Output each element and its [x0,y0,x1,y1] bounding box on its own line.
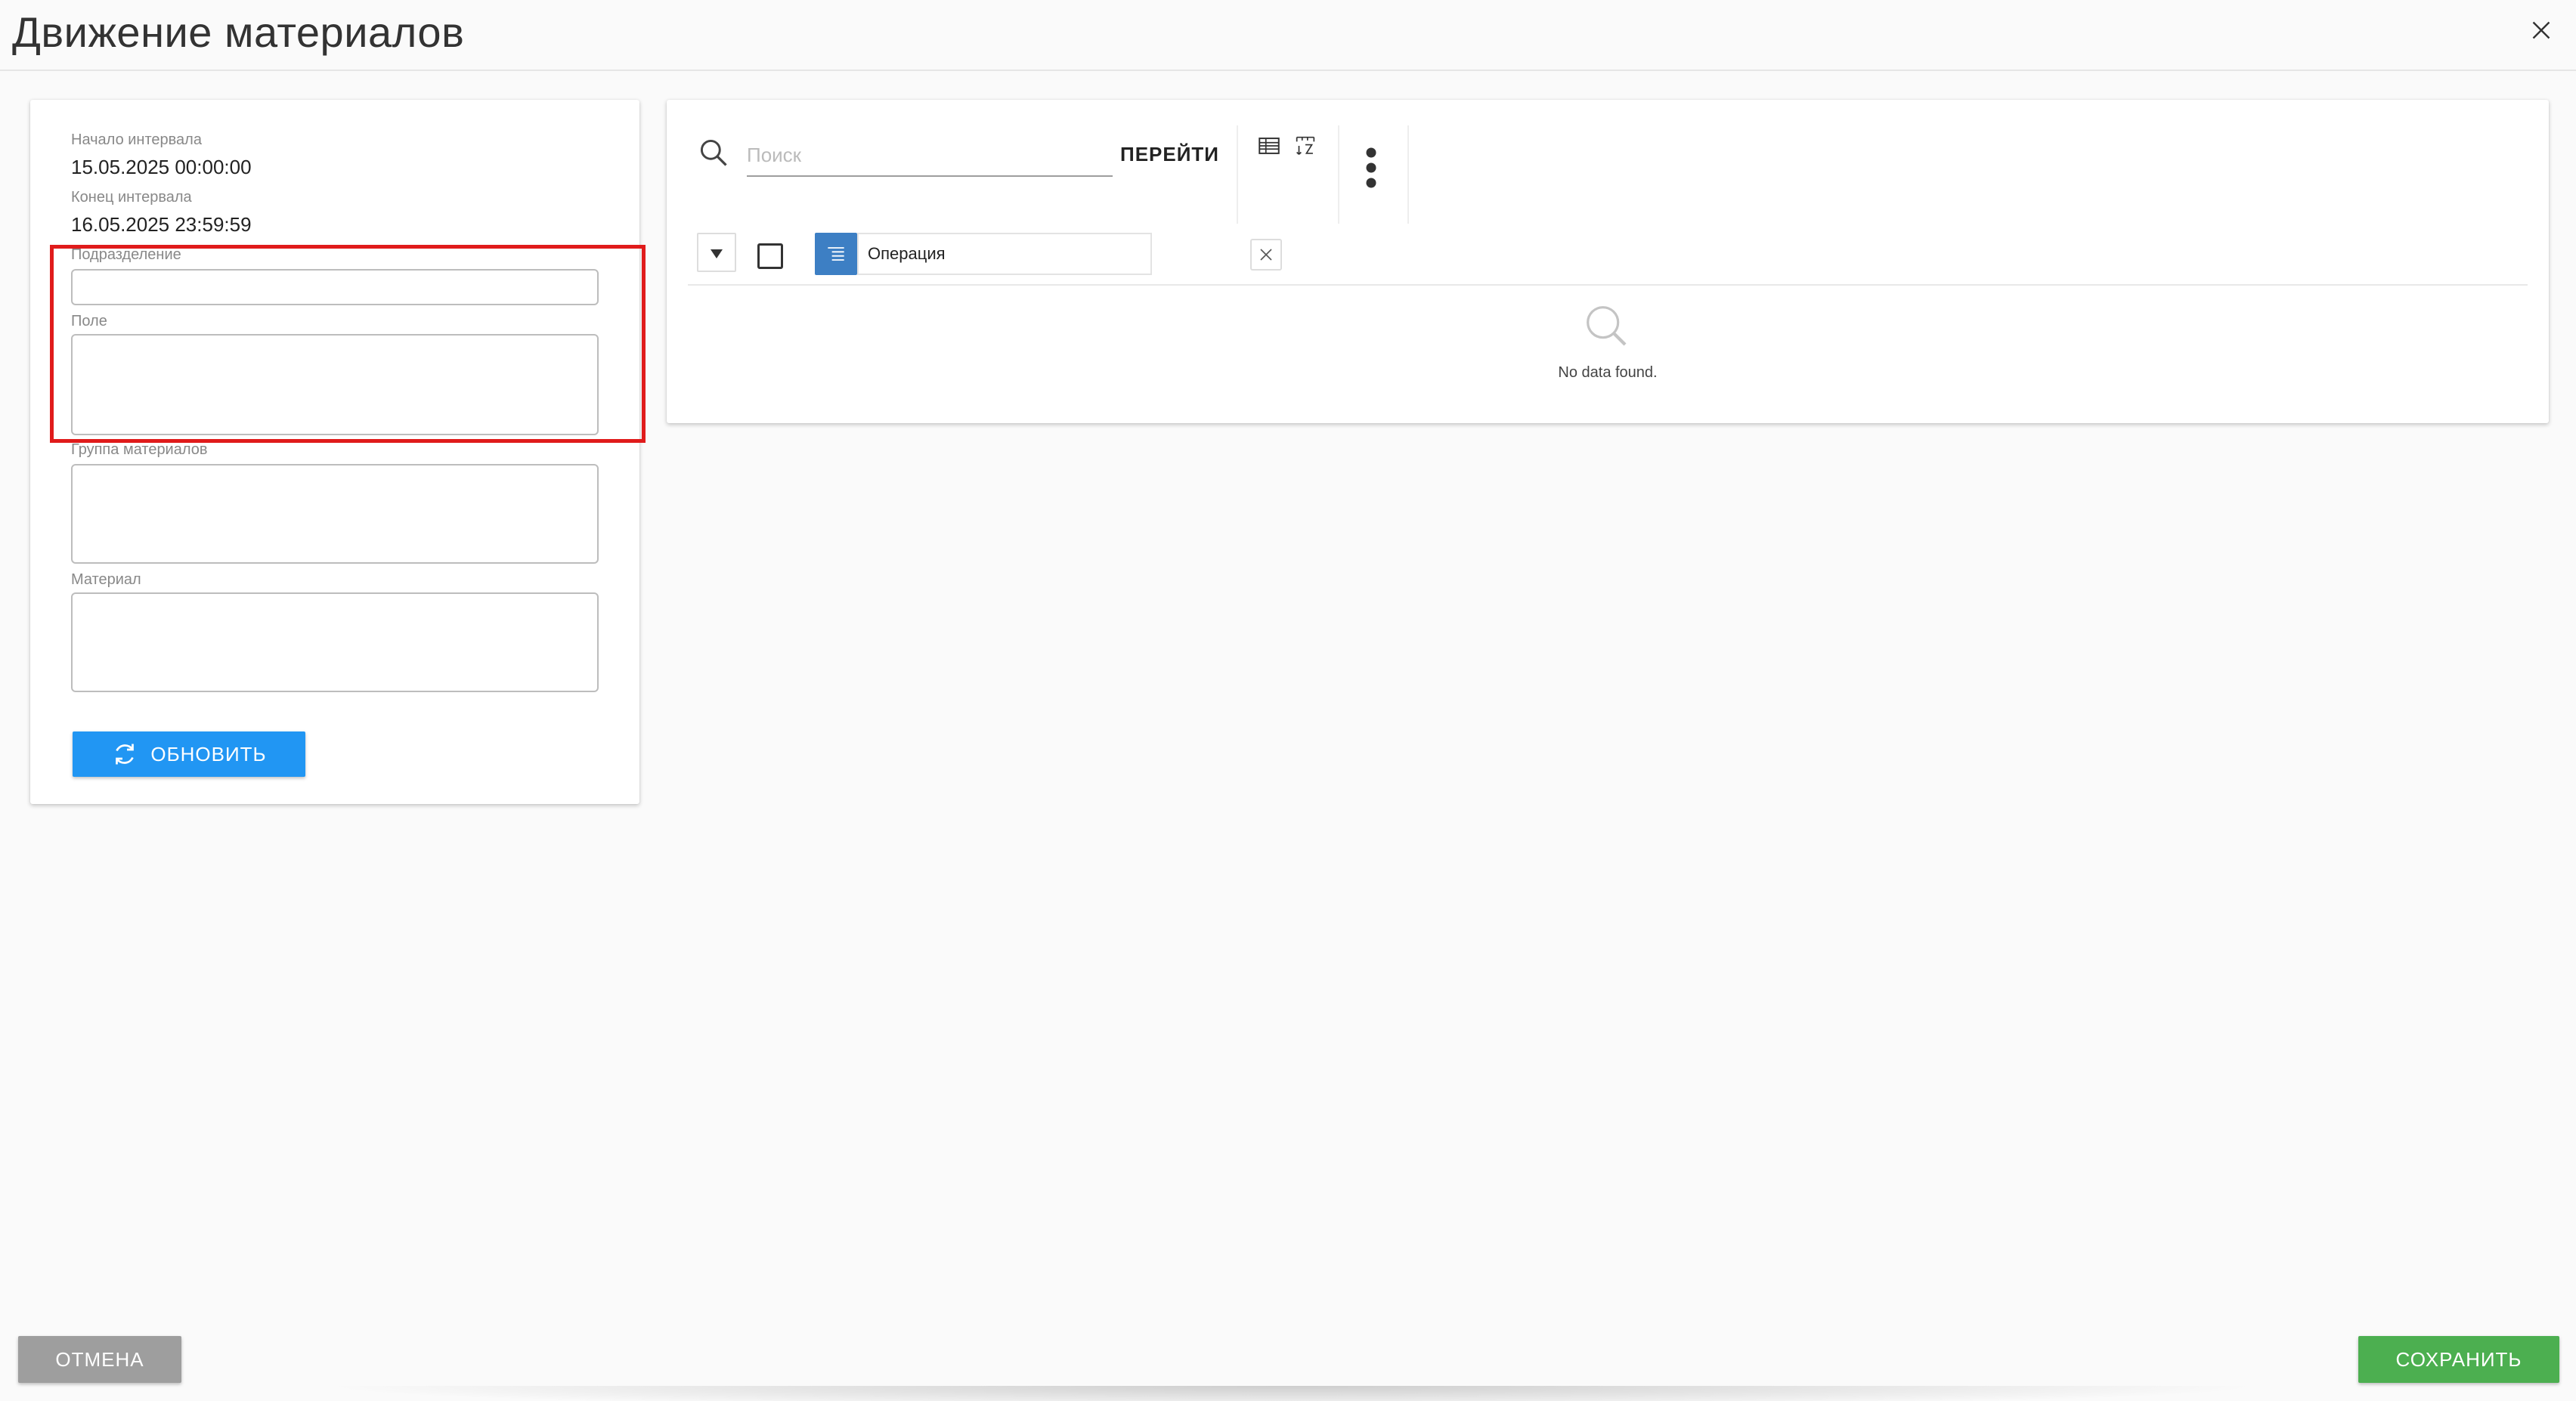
division-label: Подразделение [71,246,181,263]
division-input[interactable] [71,269,599,305]
toolbar-divider [1237,125,1238,224]
refresh-button[interactable]: ОБНОВИТЬ [73,731,305,777]
sort-icon[interactable] [1293,133,1318,159]
filter-type-button[interactable] [815,233,857,275]
material-group-label: Группа материалов [71,441,208,458]
more-vertical-icon[interactable] [1362,145,1380,190]
interval-start-value[interactable]: 15.05.2025 00:00:00 [71,156,252,179]
page-title: Движение материалов [12,8,465,56]
filter-lines-icon [828,247,844,261]
toolbar-divider [1338,125,1339,224]
material-input[interactable] [71,592,599,692]
field-label: Поле [71,313,107,329]
toolbar-divider [1407,125,1409,224]
refresh-icon [116,744,135,765]
operation-filter-label: Операция [868,244,946,263]
select-all-checkbox[interactable] [757,243,783,269]
close-icon[interactable] [2528,17,2555,44]
caret-down-icon [711,249,723,258]
close-icon [1260,249,1272,261]
clear-filter-button[interactable] [1250,239,1282,271]
field-input[interactable] [71,334,599,435]
material-group-input[interactable] [71,464,599,564]
search-input[interactable] [747,135,1113,177]
interval-end-value[interactable]: 16.05.2025 23:59:59 [71,213,252,237]
search-icon [700,139,727,166]
filter-panel: Начало интервала 15.05.2025 00:00:00 Кон… [30,100,646,804]
footer-shadow [317,1386,2268,1401]
material-label: Материал [71,571,141,588]
grid-divider [688,284,2528,286]
save-button[interactable]: СОХРАНИТЬ [2358,1336,2559,1383]
refresh-label: ОБНОВИТЬ [150,742,267,765]
expand-dropdown-button[interactable] [697,233,736,272]
go-button[interactable]: ПЕРЕЙТИ [1120,138,1219,171]
interval-end-label: Конец интервала [71,189,192,206]
cancel-button[interactable]: ОТМЕНА [18,1336,181,1383]
no-data-message: No data found. [1558,364,1658,381]
operation-filter-input[interactable]: Операция [857,233,1152,275]
search-empty-icon [1587,306,1627,346]
dialog-header: Движение материалов [0,0,2576,71]
interval-start-label: Начало интервала [71,131,202,148]
grid-panel: ПЕРЕЙТИ Операция [667,100,2549,423]
table-icon[interactable] [1256,133,1282,159]
